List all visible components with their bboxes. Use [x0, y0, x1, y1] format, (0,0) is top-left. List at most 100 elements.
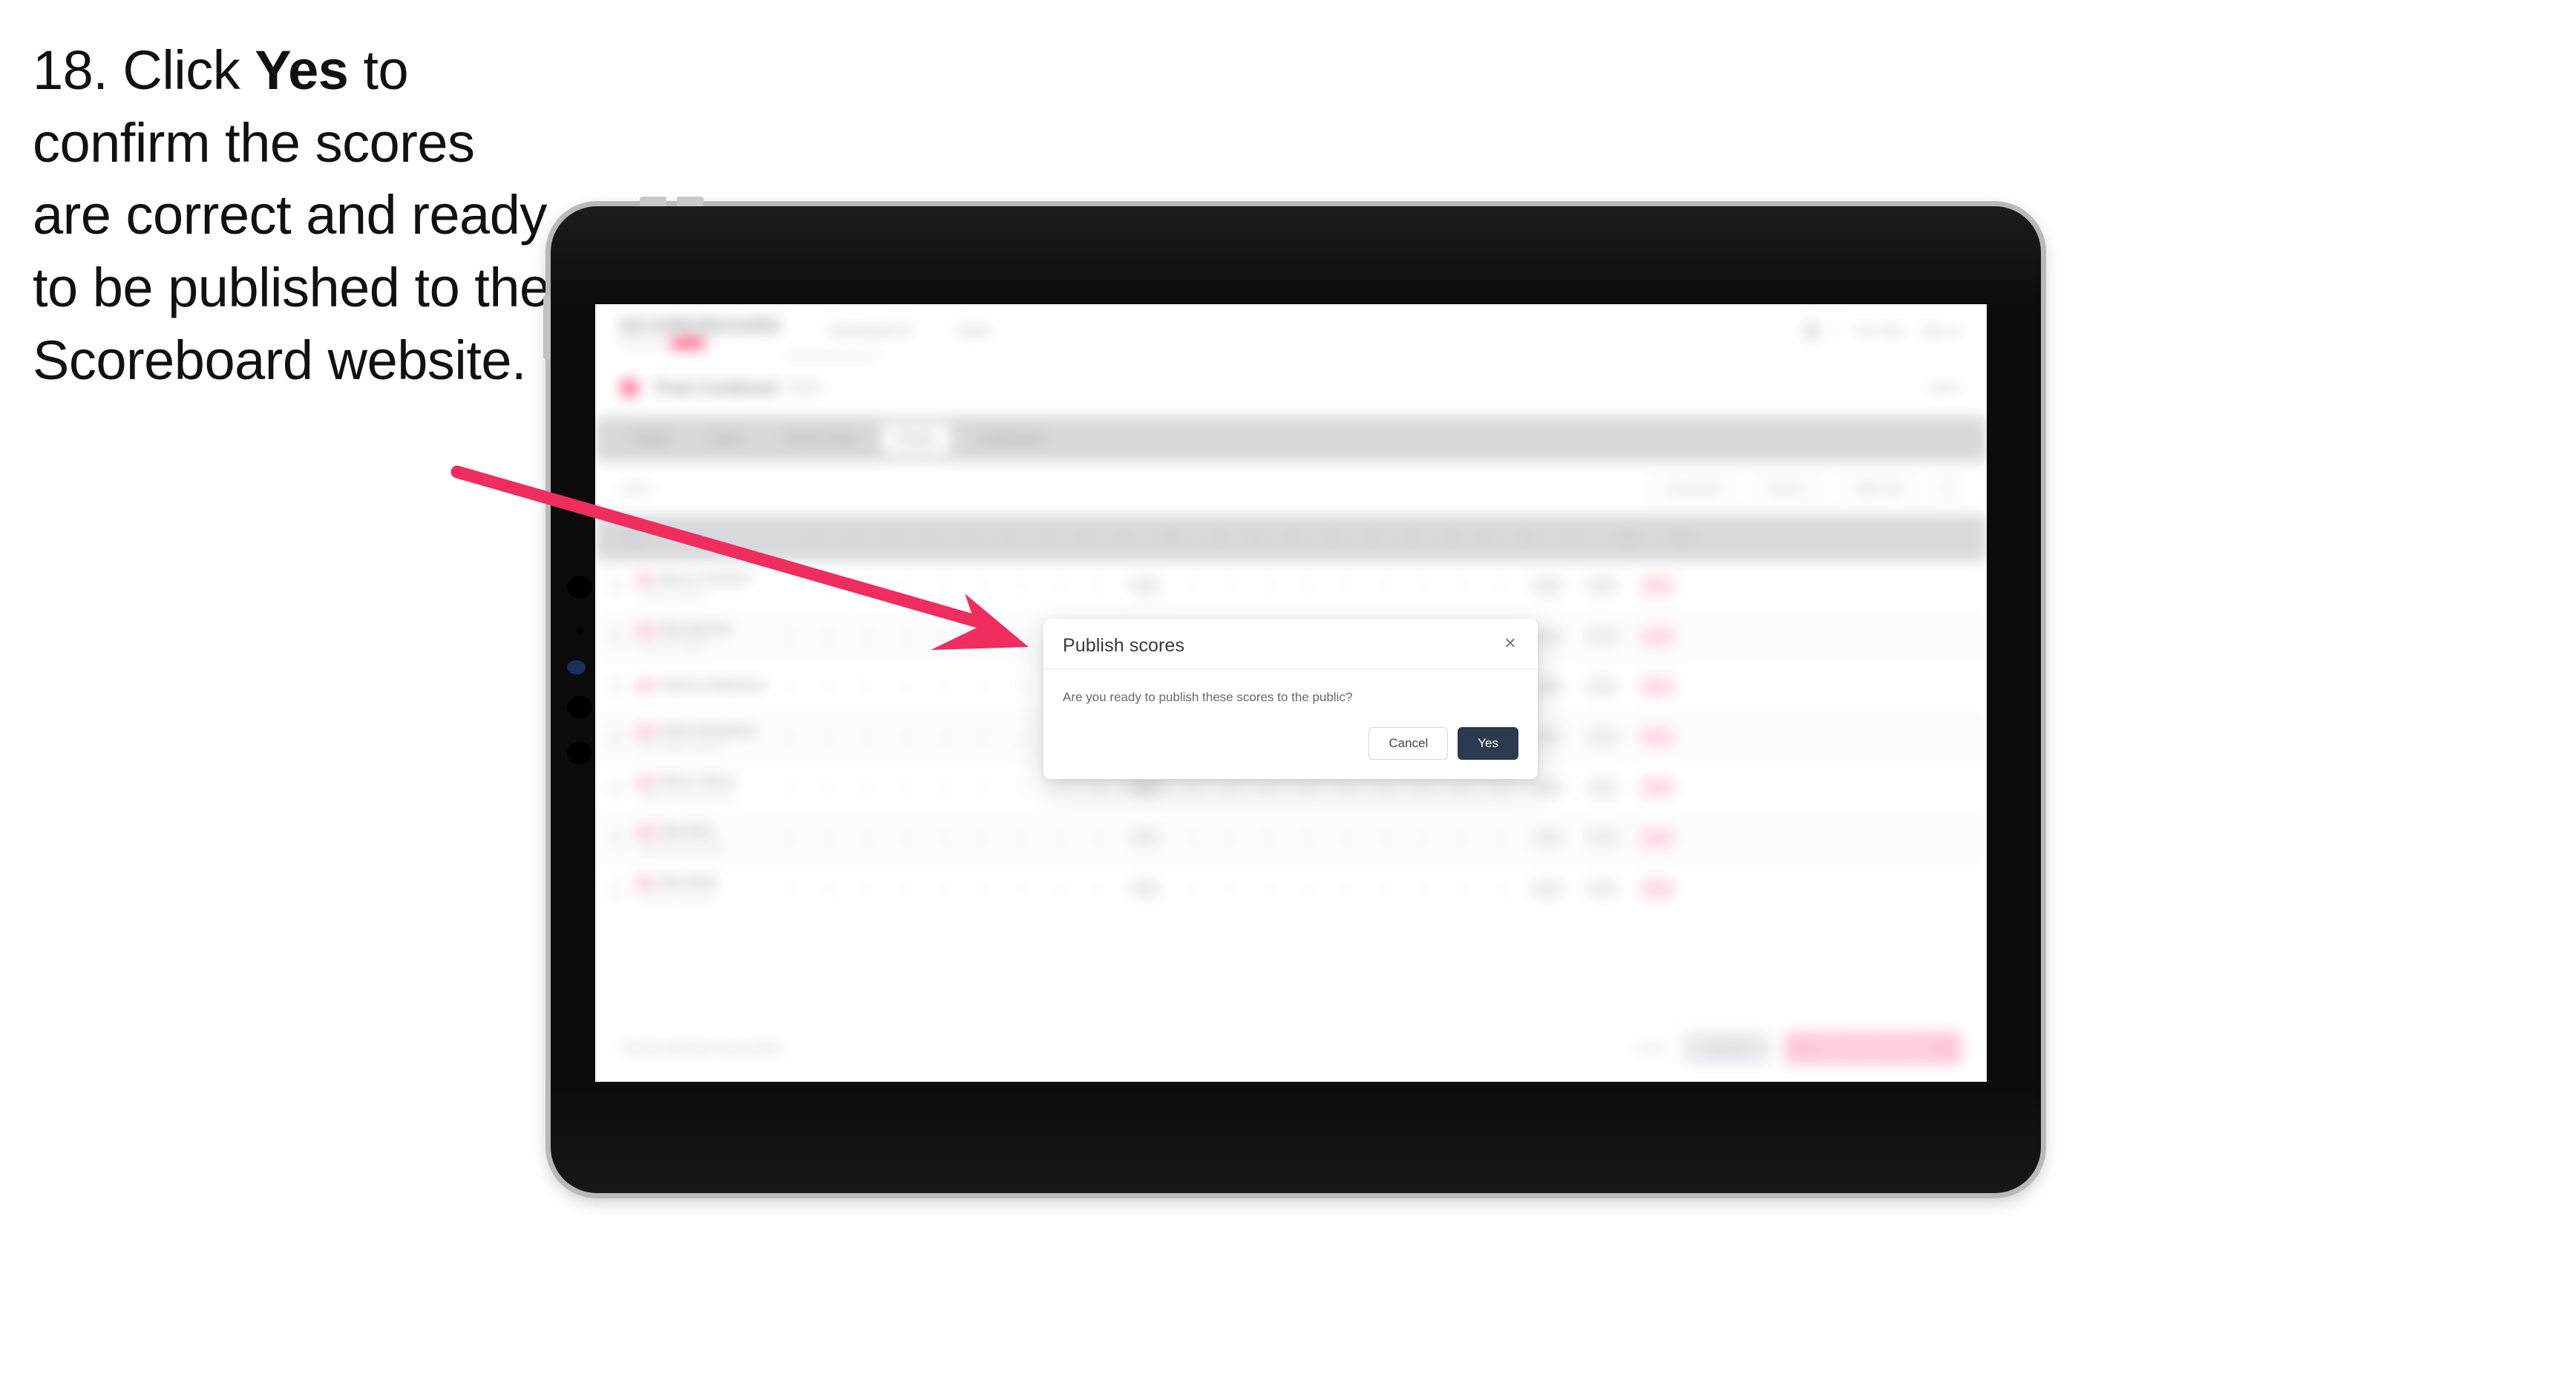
search-input[interactable]: Search: [619, 482, 655, 495]
score-cell[interactable]: 4: [1481, 883, 1520, 895]
score-cell[interactable]: 4: [809, 631, 848, 643]
score-cell[interactable]: 3: [809, 580, 848, 592]
checkbox-icon[interactable]: [609, 781, 623, 795]
score-cell[interactable]: 5: [1404, 883, 1443, 895]
score-cell[interactable]: 5: [770, 832, 809, 844]
score-cell[interactable]: 4: [886, 732, 925, 743]
score-cell[interactable]: 4: [1173, 883, 1211, 895]
score-cell[interactable]: 4: [848, 631, 886, 643]
tab-details[interactable]: Details: [617, 424, 684, 454]
score-cell[interactable]: 4: [963, 883, 1002, 895]
filter-chip-divisions[interactable]: All Divisions: [1648, 473, 1740, 503]
score-cell[interactable]: 3: [848, 681, 886, 693]
score-cell[interactable]: 3: [1288, 782, 1327, 794]
score-cell[interactable]: 5: [848, 580, 886, 592]
score-cell[interactable]: 72: [1575, 677, 1630, 696]
checkbox-icon[interactable]: [609, 881, 623, 896]
score-cell[interactable]: 3: [770, 732, 809, 743]
checkbox-icon[interactable]: [609, 831, 623, 845]
score-cell[interactable]: 4: [925, 681, 963, 693]
row-checkbox[interactable]: [595, 831, 637, 845]
score-cell[interactable]: 3: [1002, 782, 1040, 794]
brand-logo[interactable]: SCOREBOARD Powered by LIVE: [620, 315, 782, 348]
score-cell[interactable]: 4: [1173, 782, 1211, 794]
score-cell[interactable]: 5: [809, 732, 848, 743]
score-cell[interactable]: 5: [770, 631, 809, 643]
score-cell[interactable]: 4: [963, 782, 1002, 794]
score-cell[interactable]: 5: [1002, 681, 1040, 693]
score-cell[interactable]: 5: [1327, 782, 1366, 794]
score-cell[interactable]: 36: [1118, 577, 1173, 595]
score-cell[interactable]: 4: [1173, 580, 1211, 592]
checkbox-icon[interactable]: [609, 730, 623, 744]
score-cell[interactable]: 3: [1173, 832, 1211, 844]
tab-course-setup[interactable]: Course Setup: [769, 424, 871, 454]
score-cell[interactable]: 4: [1079, 883, 1118, 895]
score-cell[interactable]: 4: [1002, 732, 1040, 743]
score-cell[interactable]: 72: [1575, 627, 1630, 646]
score-cell[interactable]: 4: [809, 681, 848, 693]
score-cell[interactable]: 4: [770, 782, 809, 794]
tab-teams[interactable]: Teams: [694, 424, 758, 454]
score-cell[interactable]: 36: [1118, 778, 1173, 797]
table-row[interactable]: Marcus Thomson Coastal Fairways 4 3 5 4 3 4 5 4 4 3…: [595, 561, 1987, 611]
score-cell[interactable]: 4: [1481, 580, 1520, 592]
score-cell[interactable]: 36: [1118, 829, 1173, 847]
score-cell[interactable]: 4: [886, 883, 925, 895]
checkbox-icon[interactable]: [609, 579, 623, 593]
score-cell[interactable]: 5: [963, 631, 1002, 643]
score-cell[interactable]: 36: [1520, 577, 1575, 595]
score-cell[interactable]: 36: [1520, 879, 1575, 898]
table-row[interactable]: Rob Dubey Lakeside University 4 5 3 4 4 4 5 3 4 36 4…: [595, 864, 1987, 914]
score-cell[interactable]: 3: [1327, 832, 1366, 844]
score-cell[interactable]: 72: [1575, 829, 1630, 847]
score-cell[interactable]: 4: [1002, 832, 1040, 844]
score-cell[interactable]: 36: [1118, 879, 1173, 898]
score-cell[interactable]: 5: [1002, 883, 1040, 895]
score-cell[interactable]: 5: [1481, 782, 1520, 794]
score-cell[interactable]: 4: [1040, 580, 1079, 592]
score-cell[interactable]: 5: [925, 832, 963, 844]
close-icon[interactable]: ×: [1501, 633, 1520, 652]
footer-cancel-link[interactable]: Cancel: [1633, 1042, 1668, 1054]
score-cell[interactable]: 3: [1443, 883, 1481, 895]
score-cell[interactable]: -1: [1630, 627, 1685, 646]
score-cell[interactable]: 4: [925, 883, 963, 895]
score-cell[interactable]: 4: [1404, 832, 1443, 844]
score-cell[interactable]: 4: [1079, 580, 1118, 592]
score-cell[interactable]: 3: [1366, 580, 1404, 592]
score-cell[interactable]: 4: [1211, 782, 1250, 794]
score-cell[interactable]: 4: [1327, 883, 1366, 895]
score-cell[interactable]: 5: [1040, 782, 1079, 794]
score-cell[interactable]: 72: [1575, 778, 1630, 797]
score-cell[interactable]: 36: [1520, 778, 1575, 797]
score-cell[interactable]: 5: [886, 681, 925, 693]
score-cell[interactable]: 4: [925, 631, 963, 643]
score-cell[interactable]: 3: [886, 782, 925, 794]
score-cell[interactable]: 5: [1366, 832, 1404, 844]
tab-leaderboard[interactable]: Leaderboard: [961, 424, 1058, 454]
score-cell[interactable]: 4: [1443, 832, 1481, 844]
score-cell[interactable]: 4: [1366, 883, 1404, 895]
score-cell[interactable]: E: [1630, 677, 1685, 696]
footer-publish-button[interactable]: Publish results to public: [1785, 1032, 1962, 1064]
cancel-button[interactable]: Cancel: [1369, 726, 1449, 761]
row-checkbox[interactable]: [595, 680, 637, 694]
score-cell[interactable]: 5: [1211, 883, 1250, 895]
score-cell[interactable]: 4: [1250, 782, 1288, 794]
score-cell[interactable]: 3: [925, 580, 963, 592]
footer-save-button[interactable]: Save all: [1683, 1032, 1771, 1064]
score-cell[interactable]: 4: [925, 782, 963, 794]
score-cell[interactable]: 5: [809, 883, 848, 895]
score-cell[interactable]: 4: [1079, 832, 1118, 844]
score-cell[interactable]: 4: [1079, 782, 1118, 794]
score-cell[interactable]: 5: [848, 782, 886, 794]
score-cell[interactable]: 4: [963, 732, 1002, 743]
score-cell[interactable]: +1: [1630, 728, 1685, 746]
score-cell[interactable]: 4: [770, 883, 809, 895]
score-cell[interactable]: 72: [1575, 879, 1630, 898]
score-cell[interactable]: 4: [1002, 631, 1040, 643]
score-cell[interactable]: +2: [1630, 778, 1685, 797]
score-cell[interactable]: +4: [1630, 879, 1685, 898]
checkbox-icon[interactable]: [609, 680, 623, 694]
